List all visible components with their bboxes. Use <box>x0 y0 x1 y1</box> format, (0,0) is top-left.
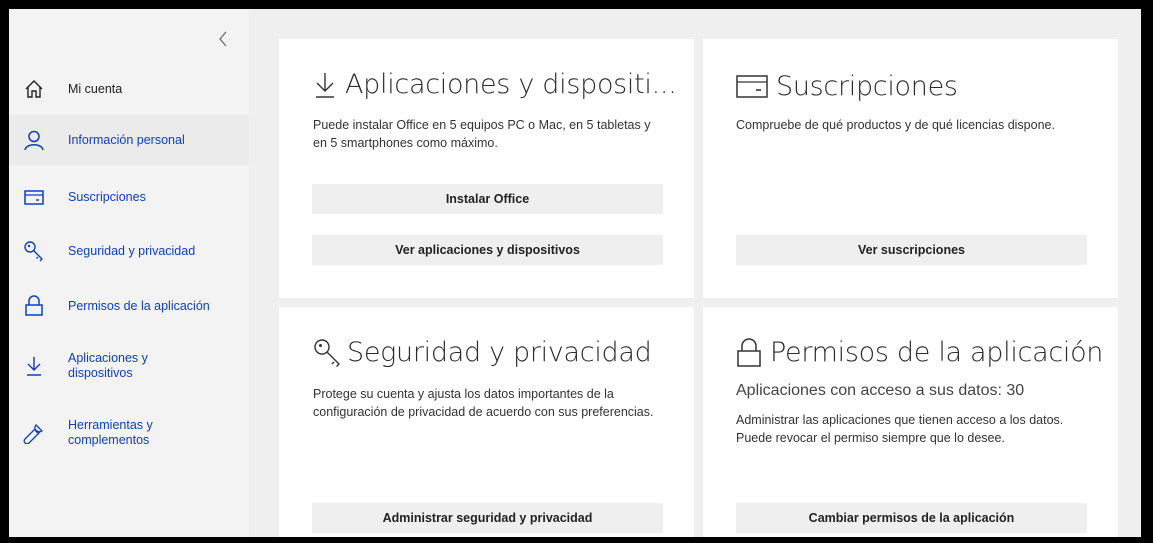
sidebar: Mi cuenta Información personal Suscripci… <box>9 9 249 537</box>
download-icon <box>23 355 45 377</box>
card-title: Seguridad y privacidad <box>313 337 652 368</box>
install-office-button[interactable]: Instalar Office <box>312 184 663 214</box>
card-title: Suscripciones <box>736 71 958 102</box>
download-icon <box>313 71 337 99</box>
person-icon <box>23 129 45 151</box>
card-description: Compruebe de qué productos y de qué lice… <box>736 118 1055 132</box>
card-description: Protege su cuenta y ajusta los datos imp… <box>313 387 654 419</box>
card-title: Aplicaciones y dispositi... <box>313 69 677 100</box>
sidebar-item-seguridad[interactable]: Seguridad y privacidad <box>9 231 249 271</box>
security-card: Seguridad y privacidad Protege su cuenta… <box>279 307 694 537</box>
card-icon <box>23 186 45 208</box>
chevron-left-icon <box>219 31 227 47</box>
sidebar-item-label: Suscripciones <box>68 189 146 204</box>
card-icon <box>736 74 768 100</box>
sidebar-item-label: Mi cuenta <box>68 81 123 96</box>
app-frame: Mi cuenta Información personal Suscripci… <box>9 9 1141 537</box>
sidebar-item-aplicaciones[interactable]: Aplicaciones y dispositivos <box>9 344 249 388</box>
sidebar-item-mi-cuenta[interactable]: Mi cuenta <box>9 69 249 109</box>
card-description: Puede instalar Office en 5 equipos PC o … <box>313 118 651 150</box>
permissions-card: Permisos de la aplicación Aplicaciones c… <box>703 307 1118 537</box>
sidebar-item-label: Permisos de la aplicación <box>68 298 210 313</box>
change-permissions-button[interactable]: Cambiar permisos de la aplicación <box>736 503 1087 533</box>
view-subscriptions-button[interactable]: Ver suscripciones <box>736 235 1087 265</box>
sidebar-item-label: Seguridad y privacidad <box>68 243 196 258</box>
view-apps-button[interactable]: Ver aplicaciones y dispositivos <box>312 235 663 265</box>
sidebar-item-herramientas[interactable]: Herramientas y complementos <box>9 411 249 455</box>
lock-icon <box>736 337 762 368</box>
apps-card: Aplicaciones y dispositi... Puede instal… <box>279 39 694 298</box>
sidebar-item-label: Aplicaciones y dispositivos <box>68 351 148 380</box>
wrench-icon <box>23 422 45 444</box>
sidebar-item-suscripciones[interactable]: Suscripciones <box>9 177 249 217</box>
lock-icon <box>23 295 45 317</box>
subscriptions-card: Suscripciones Compruebe de qué productos… <box>703 39 1118 298</box>
home-icon <box>23 78 45 100</box>
key-icon <box>313 338 343 368</box>
sidebar-item-informacion-personal[interactable]: Información personal <box>9 115 249 165</box>
card-description: Administrar las aplicaciones que tienen … <box>736 413 1064 445</box>
sidebar-item-label: Información personal <box>68 132 185 147</box>
apps-access-count: Aplicaciones con acceso a sus datos: 30 <box>736 382 1025 399</box>
sidebar-item-label: Herramientas y complementos <box>68 418 153 447</box>
collapse-sidebar-button[interactable] <box>211 27 235 51</box>
key-icon <box>23 240 45 262</box>
manage-security-button[interactable]: Administrar seguridad y privacidad <box>312 503 663 533</box>
card-title: Permisos de la aplicación <box>736 337 1103 368</box>
sidebar-item-permisos[interactable]: Permisos de la aplicación <box>9 286 249 326</box>
